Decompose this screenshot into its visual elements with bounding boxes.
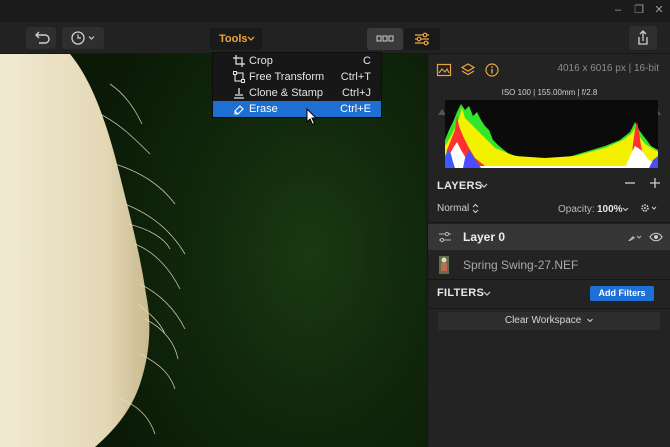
undo-icon <box>35 31 50 44</box>
free-transform-icon <box>233 71 245 83</box>
title-bar: – ❐ ✕ <box>0 0 670 22</box>
layers-section-title[interactable]: LAYERS <box>437 180 482 192</box>
menu-item-shortcut: Ctrl+J <box>341 87 371 99</box>
divider <box>428 308 670 309</box>
clone-stamp-icon <box>234 88 244 99</box>
minimize-button[interactable]: – <box>611 3 625 17</box>
mouse-cursor-icon <box>306 108 318 126</box>
share-button[interactable] <box>629 26 657 50</box>
layer-row-layer-0[interactable]: Layer 0 <box>428 224 670 250</box>
chevron-down-icon[interactable] <box>480 183 488 189</box>
info-tab-icon[interactable] <box>484 62 500 78</box>
menu-item-clone-stamp[interactable]: Clone & Stamp Ctrl+J <box>213 85 381 101</box>
menu-item-shortcut: C <box>363 55 371 67</box>
divider <box>428 222 670 223</box>
restore-button[interactable]: ❐ <box>632 3 646 17</box>
crop-icon <box>233 55 245 67</box>
layer-thumbnail <box>439 256 449 274</box>
tools-dropdown-menu: Crop C Free Transform Ctrl+T Clone & Sta… <box>212 52 382 118</box>
sliders-icon <box>415 32 429 46</box>
add-filters-button[interactable]: Add Filters <box>590 286 654 301</box>
chevron-down-icon <box>622 207 629 212</box>
menu-item-erase[interactable]: Erase Ctrl+E <box>213 101 381 117</box>
remove-layer-icon[interactable] <box>624 177 636 189</box>
adjustments-panel-button[interactable] <box>404 28 440 50</box>
tools-label: Tools <box>219 33 248 45</box>
menu-item-label: Crop <box>249 55 273 67</box>
menu-item-free-transform[interactable]: Free Transform Ctrl+T <box>213 69 381 85</box>
add-layer-icon[interactable] <box>649 177 661 189</box>
image-dimensions: 4016 x 6016 px | 16-bit <box>557 63 659 74</box>
menu-item-shortcut: Ctrl+T <box>340 71 371 83</box>
up-down-chevron-icon <box>472 203 479 214</box>
share-icon <box>638 30 648 45</box>
close-button[interactable]: ✕ <box>652 3 666 17</box>
layer-name: Layer 0 <box>463 230 506 244</box>
divider <box>428 279 670 280</box>
filters-section-title[interactable]: FILTERS <box>437 287 484 299</box>
layers-tab-icon[interactable] <box>460 62 476 78</box>
menu-item-label: Free Transform <box>249 71 325 83</box>
exif-info: ISO 100 | 155.00mm | f/2.8 <box>501 88 598 97</box>
clear-workspace-label: Clear Workspace <box>504 315 582 326</box>
chevron-down-icon <box>587 318 593 323</box>
opacity-value[interactable]: 100% <box>597 204 623 215</box>
menu-item-label: Erase <box>249 103 278 115</box>
opacity-label: Opacity: <box>558 204 595 215</box>
layer-row-base-image[interactable]: Spring Swing-27.NEF <box>428 252 670 278</box>
brush-icon[interactable] <box>627 232 643 242</box>
layer-name: Spring Swing-27.NEF <box>463 258 579 272</box>
clear-workspace-button[interactable]: Clear Workspace <box>438 312 660 330</box>
filmstrip-view-button[interactable] <box>367 28 403 50</box>
history-clock-icon <box>71 31 95 45</box>
toolbar: Tools <box>0 22 670 54</box>
histogram-tab-icon[interactable] <box>436 62 452 78</box>
tools-menu-button[interactable]: Tools <box>210 28 262 50</box>
gear-icon[interactable] <box>640 202 660 214</box>
layer-adjust-icon[interactable] <box>438 231 452 243</box>
history-button[interactable] <box>62 27 104 49</box>
menu-item-label: Clone & Stamp <box>249 87 323 99</box>
blend-mode-select[interactable]: Normal <box>437 203 469 214</box>
histogram <box>445 100 658 168</box>
eraser-icon <box>234 105 244 115</box>
undo-button[interactable] <box>26 27 56 49</box>
chevron-down-icon[interactable] <box>483 291 491 297</box>
chevron-down-icon <box>247 36 255 41</box>
right-panel: 4016 x 6016 px | 16-bit ISO 100 | 155.00… <box>427 54 670 447</box>
eye-visibility-icon[interactable] <box>649 232 663 242</box>
menu-item-shortcut: Ctrl+E <box>340 103 371 115</box>
filmstrip-icon <box>376 35 394 42</box>
menu-item-crop[interactable]: Crop C <box>213 53 381 69</box>
